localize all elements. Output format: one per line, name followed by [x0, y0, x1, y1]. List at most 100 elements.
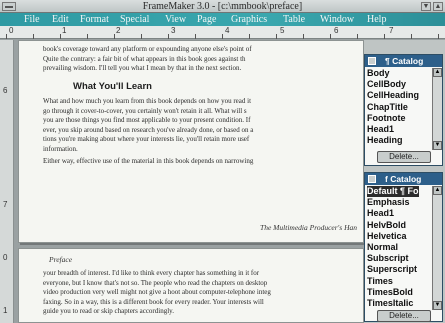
character-tag-item[interactable]: TimesItalic — [367, 298, 419, 309]
ruler-label: 0 — [9, 26, 14, 35]
ruler-label: 4 — [225, 26, 230, 35]
menu-bar: File Edit Format Special View Page Graph… — [0, 13, 445, 26]
character-tag-item[interactable]: HelvBold — [367, 220, 419, 231]
body-line[interactable]: prevailing wisdom. I'll tell you what I … — [43, 64, 345, 74]
ruler-tick — [222, 34, 223, 39]
character-tag-item[interactable]: Helvetica — [367, 231, 419, 242]
scroll-down-icon[interactable]: ▼ — [433, 141, 442, 150]
ruler-label: 1 — [62, 26, 67, 35]
character-tag-item[interactable]: Times — [367, 276, 419, 287]
paragraph-catalog-scrollbar[interactable]: ▲ ▼ — [432, 68, 442, 150]
paragraph-tag-item[interactable]: Heading — [367, 135, 419, 146]
document-page-bottom[interactable]: Preface your breadth of interest. I'd li… — [18, 248, 364, 323]
character-tag-item[interactable]: Superscript — [367, 264, 419, 275]
minimize-icon[interactable]: ▼ — [421, 2, 431, 11]
paragraph-tag-item[interactable]: CellBody — [367, 79, 419, 90]
horizontal-ruler[interactable]: 0 1 2 3 4 5 6 7 — [0, 26, 445, 39]
character-tag-item[interactable]: Head1 — [367, 208, 419, 219]
paragraph-tag-item[interactable]: Footnote — [367, 113, 419, 124]
body-line[interactable]: Quite the contrary: a fair bit of what a… — [43, 55, 345, 65]
scroll-up-icon[interactable]: ▲ — [433, 186, 442, 195]
ruler-tick — [438, 34, 439, 39]
paragraph-delete-button[interactable]: Delete... — [377, 151, 431, 163]
menu-window[interactable]: Window — [320, 14, 354, 25]
window-title: FrameMaker 3.0 - [c:\mmbook\preface] — [142, 1, 303, 12]
character-catalog-title: f Catalog — [385, 174, 422, 184]
body-line[interactable]: What and how much you learn from this bo… — [43, 97, 345, 107]
maximize-icon[interactable]: ▲ — [433, 2, 443, 11]
menu-format[interactable]: Format — [80, 14, 109, 25]
ruler-label: 2 — [116, 26, 121, 35]
character-tag-item[interactable]: Subscript — [367, 253, 419, 264]
ruler-label: 7 — [389, 26, 394, 35]
paragraph-tag-item[interactable]: CellHeading — [367, 90, 419, 101]
character-tag-item[interactable]: TimesBold — [367, 287, 419, 298]
menu-view[interactable]: View — [165, 14, 186, 25]
vertical-ruler-label: 6 — [3, 86, 8, 95]
character-catalog-scrollbar[interactable]: ▲ ▼ — [432, 186, 442, 310]
menu-edit[interactable]: Edit — [52, 14, 69, 25]
panel-close-icon[interactable] — [368, 175, 376, 183]
body-line[interactable]: Either way, effective use of the materia… — [43, 157, 345, 167]
body-line[interactable]: tions you're making about where your int… — [43, 135, 345, 145]
character-catalog-title-bar[interactable]: f Catalog — [365, 173, 442, 185]
body-line[interactable]: your breadth of interest. I'd like to th… — [43, 269, 345, 279]
ruler-tick — [168, 34, 169, 39]
character-tag-item[interactable]: Normal — [367, 242, 419, 253]
body-line[interactable]: video production very well might not giv… — [43, 288, 345, 298]
ruler-tick — [384, 34, 385, 39]
body-line[interactable]: guide you to read or skip chapters accor… — [43, 307, 345, 317]
ruler-tick — [60, 34, 61, 39]
vertical-ruler-label: 7 — [3, 200, 8, 209]
paragraph-tag-item[interactable]: Head1 — [367, 124, 419, 135]
ruler-tick — [330, 34, 331, 39]
page-footer: The Multimedia Producer's Han — [260, 223, 357, 232]
ruler-tick — [303, 34, 304, 39]
paragraph-catalog-panel: ¶ Catalog Body CellBody CellHeading Chap… — [364, 54, 443, 166]
menu-help[interactable]: Help — [367, 14, 386, 25]
running-head: Preface — [49, 255, 73, 264]
body-line[interactable]: information. — [43, 145, 345, 155]
body-line[interactable]: book's coverage toward any platform or e… — [43, 45, 345, 55]
character-delete-button[interactable]: Delete... — [377, 310, 431, 322]
window-title-bar: FrameMaker 3.0 - [c:\mmbook\preface] ▼ ▲ — [0, 0, 445, 13]
scroll-down-icon[interactable]: ▼ — [433, 301, 442, 310]
menu-file[interactable]: File — [24, 14, 40, 25]
menu-special[interactable]: Special — [120, 14, 149, 25]
body-line[interactable]: ever, you skip around based on research … — [43, 126, 345, 136]
ruler-tick — [87, 34, 88, 39]
ruler-tick — [357, 34, 358, 39]
menu-graphics[interactable]: Graphics — [231, 14, 267, 25]
ruler-label: 6 — [334, 26, 339, 35]
vertical-ruler-label: 0 — [3, 253, 8, 262]
body-line[interactable]: faxing. So in a way, this is a different… — [43, 298, 345, 308]
section-heading[interactable]: What You'll Learn — [73, 81, 152, 92]
body-line[interactable]: you are those things you find most appli… — [43, 116, 345, 126]
ruler-tick — [276, 34, 277, 39]
character-catalog-panel: f Catalog Default ¶ Fo Emphasis Head1 He… — [364, 172, 443, 322]
paragraph-catalog-title: ¶ Catalog — [385, 56, 424, 66]
ruler-tick — [249, 34, 250, 39]
character-tag-item[interactable]: Emphasis — [367, 197, 419, 208]
paragraph-tag-item[interactable]: Body — [367, 68, 419, 79]
ruler-label: 5 — [280, 26, 285, 35]
scroll-up-icon[interactable]: ▲ — [433, 68, 442, 77]
body-line[interactable]: go through it cover-to-cover, you certai… — [43, 107, 345, 117]
vertical-ruler-label: 1 — [3, 306, 8, 315]
paragraph-catalog-title-bar[interactable]: ¶ Catalog — [365, 55, 442, 67]
menu-page[interactable]: Page — [197, 14, 216, 25]
ruler-tick — [33, 34, 34, 39]
ruler-tick — [141, 34, 142, 39]
ruler-tick — [114, 34, 115, 39]
document-page-top[interactable]: book's coverage toward any platform or e… — [18, 40, 364, 243]
paragraph-tag-list: Body CellBody CellHeading ChapTitle Foot… — [367, 68, 419, 146]
ruler-label: 3 — [171, 26, 176, 35]
ruler-tick — [411, 34, 412, 39]
body-line[interactable]: everyone, but I know that's not so. The … — [43, 279, 345, 289]
menu-table[interactable]: Table — [283, 14, 305, 25]
ruler-tick — [6, 34, 7, 39]
paragraph-tag-item[interactable]: ChapTitle — [367, 102, 419, 113]
vertical-ruler[interactable]: 6 7 0 1 — [0, 40, 14, 323]
panel-close-icon[interactable] — [368, 57, 376, 65]
character-tag-item-selected[interactable]: Default ¶ Fo — [367, 186, 419, 198]
